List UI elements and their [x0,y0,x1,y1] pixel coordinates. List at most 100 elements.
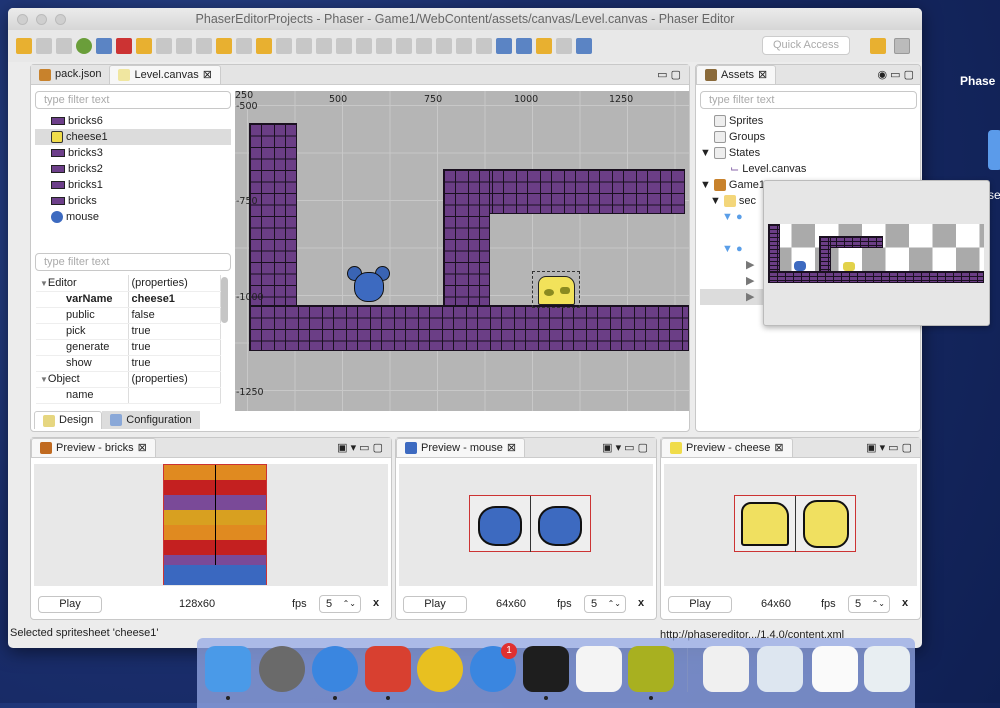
property-value[interactable]: true [128,355,221,372]
outline-icon[interactable] [496,38,512,54]
view-menu-icons[interactable]: ▣ ▾ ▭ ▢ [858,441,920,457]
tab-preview[interactable]: Preview - cheese ⊠ [661,438,793,457]
outline-item[interactable]: bricks [35,193,231,209]
property-row[interactable]: ▼Object (properties) [36,371,221,388]
dock-xlsx-file-icon[interactable] [703,646,749,692]
property-row[interactable]: public false [36,307,221,324]
property-value[interactable] [128,387,221,404]
property-row[interactable]: varName cheese1 [36,291,221,308]
zoom-window-button[interactable] [55,14,66,25]
save-icon[interactable] [36,38,52,54]
dock-chrome-icon[interactable] [417,646,463,692]
fps-stepper[interactable]: 5 ⌃⌄ [319,595,361,613]
outline-item[interactable]: bricks2 [35,161,231,177]
close-window-button[interactable] [17,14,28,25]
run-icon[interactable] [116,38,132,54]
open-icon[interactable] [96,38,112,54]
view-menu-icons[interactable]: ▣ ▾ ▭ ▢ [329,441,391,457]
tree-item-groups[interactable]: Groups [700,129,918,145]
tab-preview[interactable]: Preview - bricks ⊠ [31,438,156,457]
stepper-arrows-icon[interactable]: ⌃⌄ [343,596,360,612]
gear-icon[interactable] [556,38,572,54]
close-tab-icon[interactable]: ⊠ [758,66,767,85]
view-menu-icons[interactable]: ▣ ▾ ▭ ▢ [594,441,656,457]
expand-icon[interactable]: ▼ [700,177,711,193]
assets-filter-input[interactable]: type filter text [700,91,917,109]
dock-trash-icon[interactable] [864,646,910,692]
align-icon[interactable] [276,38,292,54]
property-row[interactable]: show true [36,355,221,372]
quick-access-input[interactable]: Quick Access [762,36,850,55]
close-preview-button[interactable]: x [373,597,379,609]
property-value[interactable]: cheese1 [128,291,221,308]
play-button[interactable]: Play [38,596,102,613]
outline-item[interactable]: mouse [35,209,231,225]
stepper-arrows-icon[interactable]: ⌃⌄ [608,596,625,612]
close-tab-icon[interactable]: ⊠ [507,439,516,458]
align8-icon[interactable] [416,38,432,54]
expand-icon[interactable]: ▼ [40,279,48,288]
dock-phaser-editor-icon[interactable] [628,646,674,692]
tree-item-states[interactable]: ▼ States [700,145,918,161]
tab-preview[interactable]: Preview - mouse ⊠ [396,438,526,458]
palette-icon[interactable] [536,38,552,54]
properties-filter-input[interactable]: type filter text [35,253,231,271]
align2-icon[interactable] [296,38,312,54]
dock-finder-icon[interactable] [205,646,251,692]
align5-icon[interactable] [356,38,372,54]
outline-item[interactable]: cheese1 [35,129,231,145]
fps-stepper[interactable]: 5 ⌃⌄ [584,595,626,613]
dock-screenshot-icon[interactable] [757,646,803,692]
expand-icon[interactable]: ▼ [710,193,721,209]
dock-safari-icon[interactable] [312,646,358,692]
property-value[interactable]: true [128,323,221,340]
align10-icon[interactable] [456,38,472,54]
property-value[interactable]: true [128,339,221,356]
new-icon[interactable] [16,38,32,54]
close-preview-button[interactable]: x [638,597,644,609]
dock-textedit-icon[interactable] [576,646,622,692]
minimize-window-button[interactable] [36,14,47,25]
dock-terminal-icon[interactable] [523,646,569,692]
close-tab-icon[interactable]: ⊠ [138,439,147,458]
properties-scrollbar[interactable] [221,277,228,323]
tab-assets[interactable]: Assets ⊠ [696,65,777,85]
align4-icon[interactable] [336,38,352,54]
align3-icon[interactable] [316,38,332,54]
minimize-maximize-icons[interactable]: ▭ ▢ [649,68,689,84]
assets-view-icons[interactable]: ◉ ▭ ▢ [872,68,921,84]
property-row[interactable]: ▼Editor (properties) [36,275,221,292]
scene-canvas[interactable]: 250 500 750 1000 1250 -500 -750 -1000 -1… [235,91,689,411]
align9-icon[interactable] [436,38,452,54]
tools-icon[interactable] [136,38,152,54]
tree-item-sprites[interactable]: Sprites [700,113,918,129]
expand-icon[interactable]: ▼ [700,145,711,161]
globe-icon[interactable] [76,38,92,54]
property-value[interactable]: false [128,307,221,324]
open-perspective-icon[interactable] [870,38,886,54]
outline-filter-input[interactable]: type filter text [35,91,231,109]
back-arrow-icon[interactable] [216,38,232,54]
sprite-cheese1-selected[interactable] [532,271,580,308]
outline-item[interactable]: bricks6 [35,113,231,129]
close-tab-icon[interactable]: ⊠ [203,66,212,85]
sprite-mouse[interactable] [347,266,391,304]
dock-launchpad-icon[interactable] [259,646,305,692]
sprite-bricks2[interactable] [443,169,490,306]
align6-icon[interactable] [376,38,392,54]
layout-icon[interactable] [516,38,532,54]
property-value[interactable]: (properties) [128,275,221,292]
perspective-icon[interactable] [894,38,910,54]
dock-remote-desktop-icon[interactable] [365,646,411,692]
tab-pack-json[interactable]: pack.json [31,65,109,84]
property-row[interactable]: name [36,387,221,404]
edit-icon[interactable] [476,38,492,54]
tree-item-level-canvas[interactable]: ⌙ Level.canvas [700,161,918,177]
play-button[interactable]: Play [668,596,732,613]
search-icon[interactable] [256,38,272,54]
stepper-arrows-icon[interactable]: ⌃⌄ [872,596,889,612]
desktop-folder-icon[interactable] [988,130,1000,170]
property-row[interactable]: pick true [36,323,221,340]
expand-icon[interactable]: ▼ [40,375,48,384]
tab-design[interactable]: Design [34,411,103,429]
